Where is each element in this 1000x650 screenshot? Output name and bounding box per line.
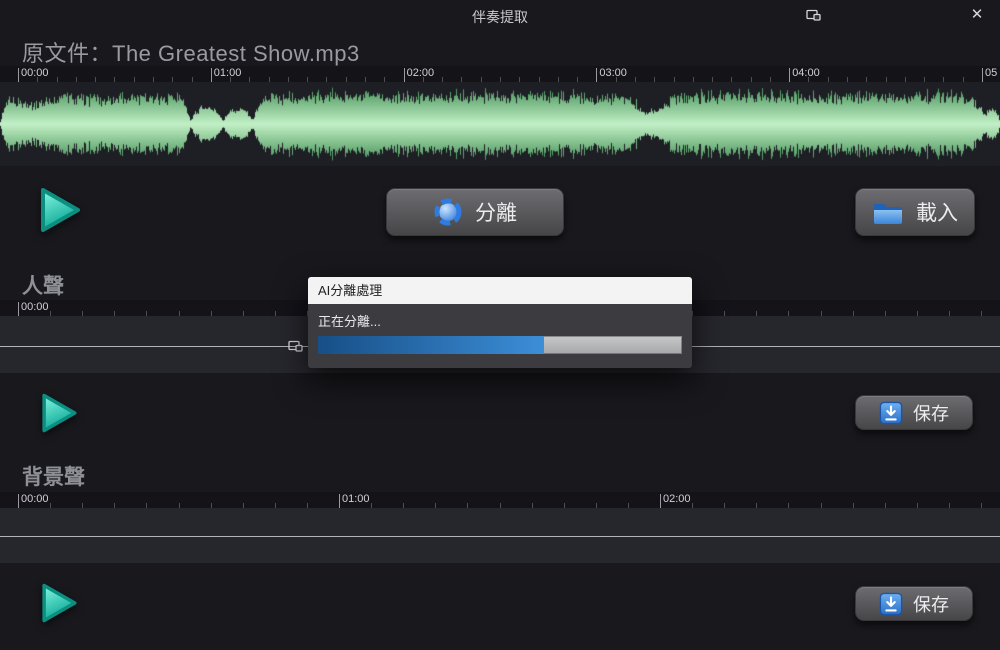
vocals-section-label: 人聲: [22, 270, 64, 300]
separate-button-label: 分離: [475, 197, 517, 227]
progress-bar: [318, 336, 682, 354]
save-vocals-label: 保存: [913, 400, 949, 426]
ai-progress-dialog: AI分離處理 正在分離...: [308, 277, 692, 368]
play-icon: [36, 184, 84, 236]
ai-sphere-icon: [433, 197, 463, 227]
background-track-baseline: [0, 536, 1000, 537]
vocals-marker-icon: [288, 339, 303, 357]
source-time-ruler[interactable]: 00:0001:0002:0003:0004:0005: [0, 66, 1000, 82]
close-button[interactable]: ✕: [964, 4, 990, 26]
window-title: 伴奏提取: [0, 7, 1000, 27]
app-window: 伴奏提取 ✕ 原文件：The Greatest Show.mp3 00:0001…: [0, 0, 1000, 650]
source-file-label: 原文件：The Greatest Show.mp3: [22, 36, 360, 68]
source-waveform[interactable]: [0, 82, 1000, 166]
background-track[interactable]: [0, 508, 1000, 563]
titlebar: 伴奏提取 ✕: [0, 0, 1000, 30]
picture-in-picture-icon: [806, 8, 821, 26]
download-box-icon: [879, 592, 903, 616]
load-button-label: 載入: [916, 197, 958, 227]
load-button[interactable]: 載入: [855, 188, 975, 236]
play-vocals-button[interactable]: [38, 390, 80, 439]
source-waveform-canvas[interactable]: [0, 82, 1000, 166]
progress-bar-fill: [318, 336, 544, 354]
download-box-icon: [879, 401, 903, 425]
dialog-status-text: 正在分離...: [318, 311, 381, 330]
save-background-label: 保存: [913, 591, 949, 617]
folder-icon: [872, 199, 904, 226]
save-background-button[interactable]: 保存: [855, 586, 973, 621]
dialog-title: AI分離處理: [308, 277, 692, 304]
play-icon: [38, 390, 80, 436]
play-background-button[interactable]: [38, 580, 80, 629]
background-time-ruler[interactable]: 00:0001:0002:00: [0, 492, 1000, 508]
background-section-label: 背景聲: [22, 461, 85, 491]
play-source-button[interactable]: [36, 184, 84, 239]
separate-button[interactable]: 分離: [386, 188, 564, 236]
play-icon: [38, 580, 80, 626]
save-vocals-button[interactable]: 保存: [855, 395, 973, 430]
